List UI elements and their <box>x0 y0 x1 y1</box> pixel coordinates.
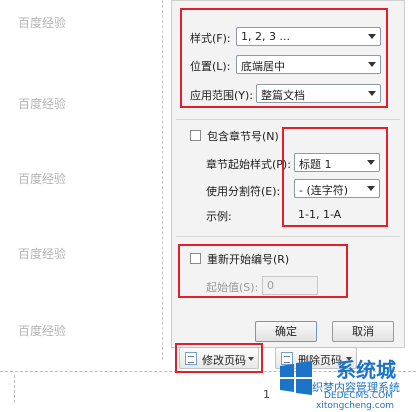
range-select[interactable]: 整篇文档 <box>256 84 381 103</box>
watermark-text: 百度经验 <box>18 172 67 186</box>
range-select-value: 整篇文档 <box>261 89 305 102</box>
start-value-label: 起始值(S): <box>206 281 259 294</box>
watermark-text: 百度经验 <box>18 247 67 261</box>
chevron-down-icon <box>368 34 376 39</box>
chevron-down-icon <box>367 160 375 165</box>
style-select-value: 1, 2, 3 ... <box>241 30 290 43</box>
range-label: 应用范围(Y): <box>190 89 254 102</box>
cancel-button[interactable]: 取消 <box>332 321 394 342</box>
example-value: 1-1, 1-A <box>298 208 342 221</box>
chevron-down-icon <box>367 186 375 191</box>
watermark-text: 百度经验 <box>18 16 67 30</box>
modify-page-number-button[interactable]: 修改页码 <box>179 347 259 369</box>
chevron-down-icon <box>248 357 254 361</box>
divider <box>176 119 400 120</box>
document-margin-line <box>162 0 163 360</box>
separator-select[interactable]: - (连字符) <box>294 179 380 198</box>
restart-numbering-checkbox[interactable] <box>190 253 201 264</box>
chevron-down-icon <box>368 62 376 67</box>
modify-page-number-label: 修改页码 <box>202 354 246 367</box>
watermark-text: 百度经验 <box>18 324 67 338</box>
style-select[interactable]: 1, 2, 3 ... <box>236 27 381 46</box>
page-number-icon <box>185 352 197 365</box>
style-label: 样式(F): <box>190 32 231 45</box>
restart-numbering-label: 重新开始编号(R) <box>207 253 290 266</box>
ok-button[interactable]: 确定 <box>255 321 317 342</box>
windows-logo-icon <box>280 361 312 395</box>
chevron-down-icon <box>368 91 376 96</box>
divider <box>176 236 400 237</box>
position-select[interactable]: 底端居中 <box>236 55 381 74</box>
position-select-value: 底端居中 <box>241 60 285 73</box>
include-chapter-label: 包含章节号(N) <box>207 130 279 143</box>
start-value-input[interactable]: 0 <box>262 276 318 295</box>
footer-area <box>14 375 174 403</box>
position-label: 位置(L): <box>190 60 231 73</box>
example-label: 示例: <box>206 210 232 223</box>
chapter-start-style-label: 章节起始样式(P): <box>206 158 291 171</box>
chapter-start-style-select[interactable]: 标题 1 <box>294 153 380 172</box>
watermark-text: 百度经验 <box>18 97 67 111</box>
start-value-text: 0 <box>267 279 274 292</box>
separator-select-value: - (连字符) <box>299 184 349 197</box>
include-chapter-checkbox[interactable] <box>190 130 201 141</box>
site-logo: 系统城 织梦内容管理系统 DEDECMS.COM xitongcheng.com <box>276 354 416 412</box>
logo-domain: DEDECMS.COM <box>324 391 393 401</box>
logo-url: xitongcheng.com <box>316 401 394 411</box>
separator-label: 使用分割符(E): <box>206 185 281 198</box>
page-number: 1 <box>263 388 270 401</box>
chapter-start-style-value: 标题 1 <box>299 158 332 171</box>
